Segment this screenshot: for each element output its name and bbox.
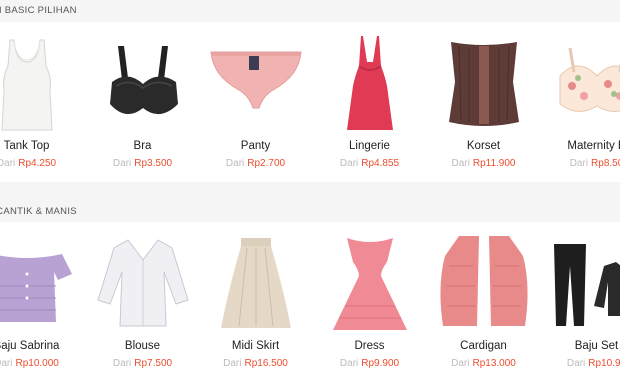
maternity-bra-icon (542, 26, 620, 136)
category-name: Tank Top (0, 140, 83, 152)
category-name: Baju Sabrina (0, 340, 83, 352)
category-price: DariRp13.000 (427, 358, 540, 369)
category-name: Maternity B (540, 140, 620, 152)
category-card-panty[interactable]: Panty DariRp2.700 (199, 22, 312, 182)
cardigan-icon (429, 226, 539, 336)
tank-top-icon (0, 26, 82, 136)
blouse-icon (88, 226, 198, 336)
lingerie-icon (315, 26, 425, 136)
category-name: Korset (427, 140, 540, 152)
bra-icon (88, 26, 198, 136)
category-price: DariRp3.500 (86, 158, 199, 169)
dress-icon (315, 226, 425, 336)
category-price: DariRp4.855 (313, 158, 426, 169)
sabrina-top-icon (0, 226, 82, 336)
category-row-cantik: Baju Sabrina DariRp10.000 Blouse DariRp7… (0, 222, 620, 382)
category-price: DariRp10.000 (0, 358, 83, 369)
category-name: Dress (313, 340, 426, 352)
category-row-basic: Tank Top DariRp4.250 Bra DariRp3.500 Pan… (0, 22, 620, 182)
category-card-blouse[interactable]: Blouse DariRp7.500 (86, 222, 199, 382)
category-card-lingerie[interactable]: Lingerie DariRp4.855 (313, 22, 426, 182)
category-price: DariRp4.250 (0, 158, 83, 169)
category-price: DariRp16.500 (199, 358, 312, 369)
category-card-baju-sabrina[interactable]: Baju Sabrina DariRp10.000 (0, 222, 83, 382)
category-card-tank-top[interactable]: Tank Top DariRp4.250 (0, 22, 83, 182)
category-name: Baju Set (540, 340, 620, 352)
category-card-baju-set[interactable]: Baju Set DariRp10.99 (540, 222, 620, 382)
korset-icon (429, 26, 539, 136)
section-title: L CANTIK & MANIS (0, 206, 77, 217)
category-price: DariRp2.700 (199, 158, 312, 169)
category-card-korset[interactable]: Korset DariRp11.900 (427, 22, 540, 182)
midi-skirt-icon (201, 226, 311, 336)
category-card-dress[interactable]: Dress DariRp9.900 (313, 222, 426, 382)
category-price: DariRp8.50 (540, 158, 620, 169)
category-name: Panty (199, 140, 312, 152)
category-name: Lingerie (313, 140, 426, 152)
category-card-midi-skirt[interactable]: Midi Skirt DariRp16.500 (199, 222, 312, 382)
category-card-cardigan[interactable]: Cardigan DariRp13.000 (427, 222, 540, 382)
baju-set-icon (542, 226, 620, 336)
section-title: AN BASIC PILIHAN (0, 5, 77, 16)
category-card-bra[interactable]: Bra DariRp3.500 (86, 22, 199, 182)
category-name: Midi Skirt (199, 340, 312, 352)
category-price: DariRp10.99 (540, 358, 620, 369)
panty-icon (201, 26, 311, 136)
category-name: Cardigan (427, 340, 540, 352)
section-header-cantik: L CANTIK & MANIS (0, 200, 620, 222)
category-price: DariRp9.900 (313, 358, 426, 369)
category-price: DariRp11.900 (427, 158, 540, 169)
section-header-basic: AN BASIC PILIHAN (0, 0, 620, 22)
category-name: Bra (86, 140, 199, 152)
category-price: DariRp7.500 (86, 358, 199, 369)
category-name: Blouse (86, 340, 199, 352)
category-card-maternity-bra[interactable]: Maternity B DariRp8.50 (540, 22, 620, 182)
